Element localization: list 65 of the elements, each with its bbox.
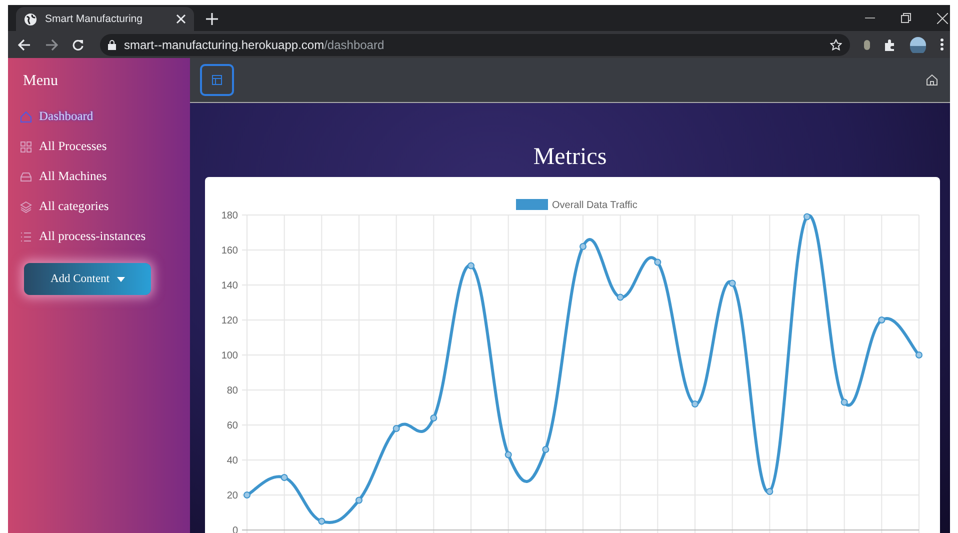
axis-tick-label: 60 (226, 420, 238, 432)
menu-title: Menu (22, 72, 58, 90)
data-point (504, 451, 512, 458)
star-icon[interactable] (830, 38, 842, 50)
page-heading: Metrics (533, 143, 607, 171)
legend-swatch[interactable] (516, 199, 548, 210)
globe-icon (24, 12, 37, 26)
axis-tick-label: 140 (221, 280, 238, 292)
url-text: smart--manufacturing.herokuapp.com/dashboard (124, 38, 384, 52)
data-point (654, 258, 662, 266)
caret-icon (116, 276, 125, 282)
list-icon (20, 230, 32, 242)
more-icon[interactable] (940, 38, 944, 51)
avatar-icon[interactable] (910, 36, 926, 52)
sidebar-item[interactable]: All categories (20, 199, 109, 214)
grid-icon (20, 140, 32, 152)
data-point (430, 414, 438, 422)
sidebar-toggle-button[interactable] (200, 64, 234, 96)
data-point (468, 262, 474, 270)
data-point (318, 518, 326, 525)
sidebar-item[interactable]: All Processes (20, 139, 107, 154)
address-field[interactable]: smart--manufacturing.herokuapp.com/dashboard (100, 34, 850, 56)
reload-icon[interactable] (72, 38, 84, 50)
data-point (356, 496, 362, 504)
data-point (580, 243, 586, 250)
home-icon (20, 110, 32, 122)
legend-label[interactable]: Overall Data Traffic (552, 200, 638, 211)
forward-icon[interactable] (45, 38, 58, 50)
restore-icon[interactable] (901, 12, 911, 24)
tab-title: Smart Manufacturing (45, 13, 144, 25)
axis-tick-label: 20 (226, 490, 238, 502)
close-icon[interactable] (937, 12, 948, 24)
axis-tick-label: 120 (221, 316, 238, 326)
back-icon[interactable] (18, 38, 31, 50)
axis-tick-label: 40 (226, 456, 238, 466)
sidebar-item[interactable]: Dashboard (20, 109, 94, 124)
layers-icon (20, 200, 32, 212)
plus-icon[interactable] (206, 13, 218, 25)
sidebar-item[interactable]: All Machines (20, 169, 107, 184)
home-icon[interactable] (926, 74, 938, 86)
lock-icon (108, 40, 116, 50)
data-point (280, 474, 288, 481)
add-content-button[interactable]: Add Content (24, 263, 151, 295)
browser-tab[interactable]: Smart Manufacturing (16, 7, 194, 31)
data-point (804, 213, 810, 220)
axis-tick-label: 100 (221, 350, 238, 362)
data-point (840, 398, 848, 406)
extension-icon[interactable] (864, 40, 870, 50)
data-point (542, 446, 550, 453)
data-point (728, 280, 736, 287)
close-icon[interactable] (176, 14, 186, 24)
axis-tick-label: 80 (226, 386, 238, 396)
data-point (392, 425, 400, 432)
data-point (692, 400, 698, 408)
sidebar-item[interactable]: All process-instances (20, 229, 146, 244)
puzzle-icon[interactable] (884, 38, 896, 50)
drawer-icon (20, 170, 32, 182)
data-point (616, 294, 624, 301)
data-point (916, 352, 922, 358)
axis-tick-label: 180 (221, 210, 238, 222)
data-point (878, 316, 886, 324)
layout-icon (212, 75, 222, 85)
data-point (244, 492, 250, 498)
axis-tick-label: 160 (221, 246, 238, 256)
data-point (766, 488, 774, 495)
